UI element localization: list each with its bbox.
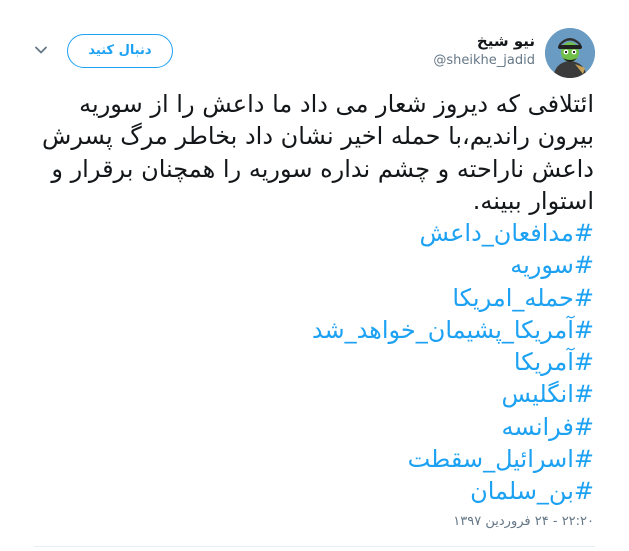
tweet-card: نیو شیخ @sheikhe_jadid دنبال کنید ائتلاف… — [0, 0, 629, 551]
hashtag-link[interactable]: #آمریکا — [34, 346, 594, 378]
hashtag-link[interactable]: #فرانسه — [34, 411, 594, 443]
hashtag-link[interactable]: #انگلیس — [34, 378, 595, 410]
hashtag-list: #مدافعان_داعش #سوریه #حمله_امریکا #آمریک… — [34, 217, 594, 508]
display-name[interactable]: نیو شیخ — [433, 31, 535, 51]
avatar-image — [545, 28, 595, 78]
tweet-text: ائتلافی که دیروز شعار می داد ما داعش را … — [42, 90, 594, 216]
hashtag-link[interactable]: #اسرائیل_سقطت — [34, 443, 594, 475]
hashtag-link[interactable]: #سوریه — [34, 249, 594, 281]
hashtag-link[interactable]: #بن_سلمان — [34, 475, 594, 507]
user-handle[interactable]: @sheikhe_jadid — [433, 52, 535, 70]
hashtag-link[interactable]: #آمریکا_پشیمان_خواهد_شد — [34, 314, 594, 346]
hashtag-link[interactable]: #مدافعان_داعش — [34, 217, 595, 249]
avatar[interactable] — [545, 28, 595, 78]
user-info[interactable]: نیو شیخ @sheikhe_jadid — [433, 31, 535, 70]
tweet-timestamp[interactable]: ۲۲:۲۰ - ۲۴ فروردین ۱۳۹۷ — [453, 514, 594, 529]
divider — [34, 546, 595, 547]
chevron-down-icon[interactable] — [33, 42, 49, 58]
hashtag-link[interactable]: #حمله_امریکا — [34, 282, 594, 314]
follow-button[interactable]: دنبال کنید — [67, 34, 173, 68]
